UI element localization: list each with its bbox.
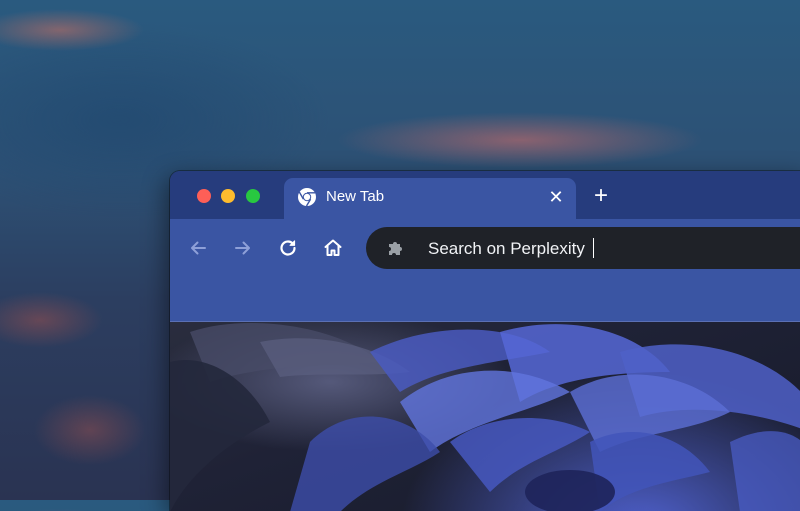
minimize-window-button[interactable] [221,189,235,203]
reload-icon[interactable] [276,236,300,260]
browser-window: New Tab ✕ + Search on Perplexity [170,171,800,511]
address-bar-input[interactable]: Search on Perplexity [428,238,595,259]
plus-icon[interactable]: + [589,184,613,208]
forward-arrow-icon[interactable] [231,236,255,260]
back-arrow-icon[interactable] [186,236,210,260]
chrome-icon [297,187,317,207]
home-icon[interactable] [321,236,345,260]
maximize-window-button[interactable] [246,189,260,203]
extension-puzzle-icon[interactable] [386,238,406,258]
tab-new-tab[interactable]: New Tab ✕ [284,178,576,220]
address-bar[interactable]: Search on Perplexity [366,227,800,269]
desktop: { "browser": { "tab": { "title": "New Ta… [0,0,800,511]
succulent-image [170,323,800,511]
close-icon[interactable]: ✕ [546,187,566,207]
tab-title: New Tab [326,188,385,205]
title-bar: New Tab ✕ + [170,171,800,220]
address-bar-text: Search on Perplexity [428,239,585,258]
text-caret [592,238,595,258]
close-window-button[interactable] [197,189,211,203]
toolbar: Search on Perplexity [170,219,800,321]
new-tab-page-background [170,321,800,511]
